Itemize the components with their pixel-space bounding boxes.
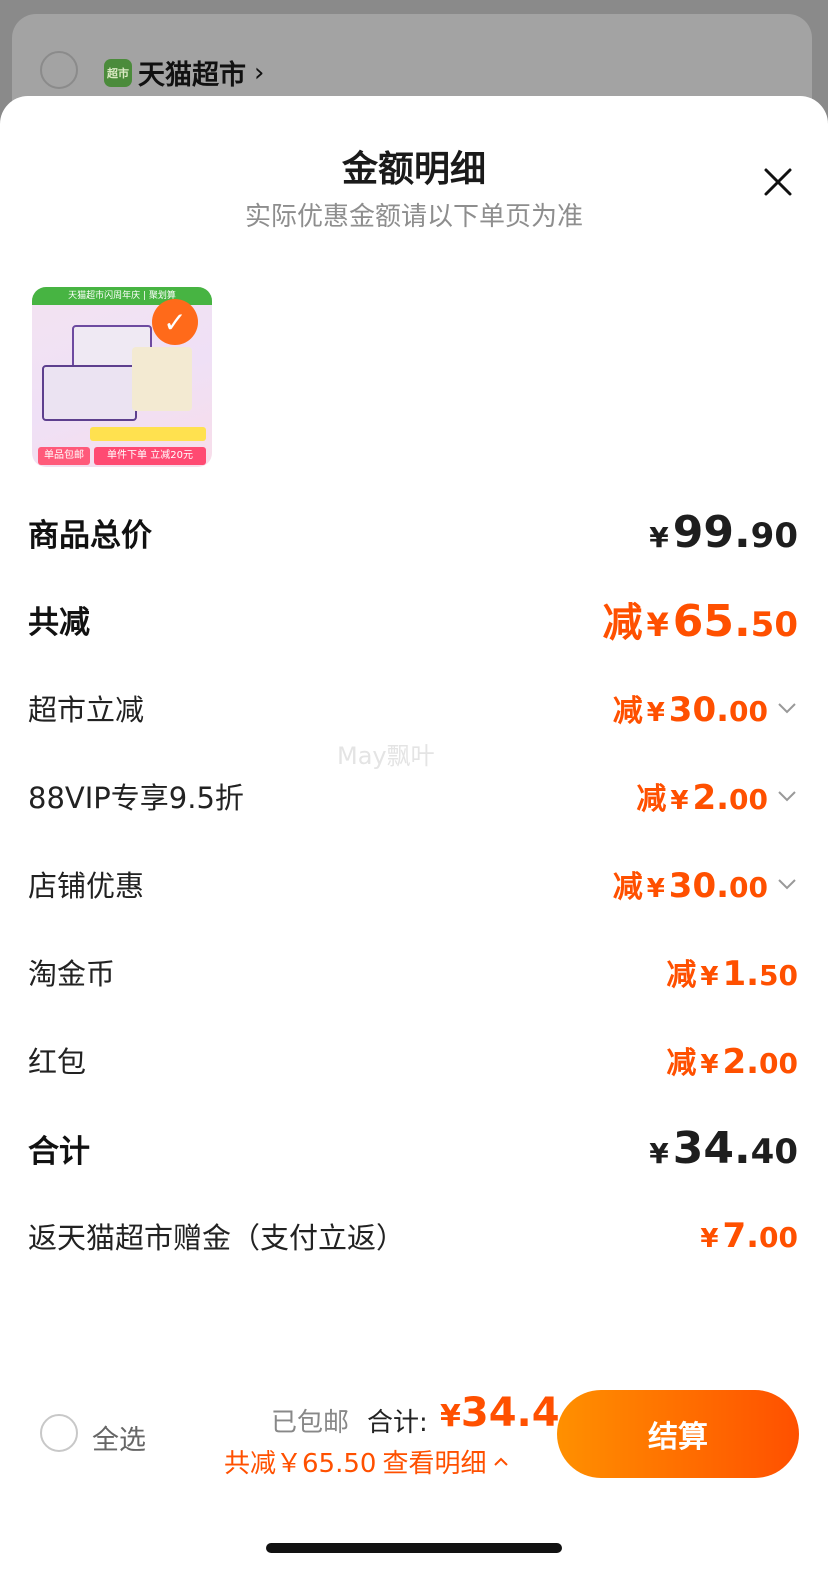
row-store-discount[interactable]: 店铺优惠 减 ¥30. 00 — [28, 854, 798, 914]
view-detail-link[interactable]: 共减￥65.50 查看明细 — [224, 1443, 510, 1480]
product-thumbnail[interactable]: 天猫超市闪周年庆 | 聚划算 单品包邮 单件下单 立减20元 ✓ — [32, 287, 212, 467]
row-label: 红包 — [28, 1045, 87, 1079]
product-box-image — [132, 347, 192, 411]
row-label: 共减 — [28, 604, 90, 641]
subtotal-amount: ¥99. 90 — [649, 506, 798, 558]
chevron-down-icon[interactable] — [776, 785, 798, 807]
cashback-amount: ¥7. 00 — [700, 1216, 798, 1256]
footer-total-amount: ¥34.4 — [440, 1390, 560, 1436]
row-label: 88VIP专享9.5折 — [28, 781, 244, 815]
row-label: 淘金币 — [28, 957, 116, 991]
thumb-tag-discount: 单件下单 立减20元 — [94, 447, 206, 465]
chevron-down-icon[interactable] — [776, 697, 798, 719]
thumb-tag-free-shipping: 单品包邮 — [38, 447, 90, 465]
taojinbi-amount: 减 ¥1. 50 — [666, 954, 798, 994]
row-label: 商品总价 — [28, 517, 152, 554]
row-subtotal: 商品总价 ¥99. 90 — [28, 502, 798, 562]
select-all-label[interactable]: 全选 — [92, 1418, 146, 1457]
background-store-radio — [40, 51, 78, 89]
row-label: 店铺优惠 — [28, 869, 145, 903]
row-total-discount: 共减 减 ¥65. 50 — [28, 589, 798, 649]
red-packet-amount: 减 ¥2. 00 — [666, 1042, 798, 1082]
amount-detail-sheet: 金额明细 实际优惠金额请以下单页为准 天猫超市闪周年庆 | 聚划算 单品包邮 单… — [0, 96, 828, 1573]
shipping-status: 已包邮 — [271, 1408, 350, 1438]
vip-discount-amount: 减 ¥2. 00 — [636, 774, 798, 818]
checkout-button[interactable]: 结算 — [557, 1390, 799, 1478]
footer-total-label: 合计: — [367, 1408, 428, 1438]
store-discount-amount: 减 ¥30. 00 — [613, 862, 798, 906]
row-label: 合计 — [28, 1133, 90, 1170]
tmall-supermarket-logo-icon: 超市 — [104, 58, 132, 87]
product-box-image — [42, 365, 137, 421]
chevron-up-icon — [494, 1457, 509, 1466]
checkmark-icon[interactable]: ✓ — [152, 299, 198, 345]
total-amount: ¥34. 40 — [649, 1122, 798, 1174]
row-taojinbi: 淘金币 减 ¥1. 50 — [28, 942, 798, 1002]
row-red-packet: 红包 减 ¥2. 00 — [28, 1030, 798, 1090]
supermarket-discount-amount: 减 ¥30. 00 — [613, 686, 798, 730]
row-total: 合计 ¥34. 40 — [28, 1118, 798, 1178]
chevron-right-icon: › — [254, 57, 265, 88]
sheet-title: 金额明细 — [341, 149, 486, 190]
thumb-strip — [90, 427, 206, 441]
background-store-header: 超市 天猫超市 › — [104, 53, 264, 92]
row-vip-discount[interactable]: 88VIP专享9.5折 减 ¥2. 00 — [28, 766, 798, 826]
total-discount-amount: 减 ¥65. 50 — [602, 596, 798, 647]
row-supermarket-discount[interactable]: 超市立减 减 ¥30. 00 — [28, 678, 798, 738]
select-all-radio[interactable] — [40, 1414, 78, 1452]
chevron-down-icon[interactable] — [776, 873, 798, 895]
row-label: 返天猫超市赠金（支付立返） — [28, 1221, 406, 1255]
row-label: 超市立减 — [28, 693, 145, 727]
row-cashback: 返天猫超市赠金（支付立返） ¥7. 00 — [28, 1206, 798, 1266]
sheet-subtitle: 实际优惠金额请以下单页为准 — [244, 202, 583, 232]
background-store-name: 天猫超市 — [138, 60, 246, 91]
close-icon[interactable] — [758, 162, 798, 202]
footer-saved-text: 共减￥65.50 — [224, 1449, 377, 1479]
home-indicator — [266, 1543, 562, 1553]
footer-detail-text: 查看明细 — [382, 1449, 487, 1479]
